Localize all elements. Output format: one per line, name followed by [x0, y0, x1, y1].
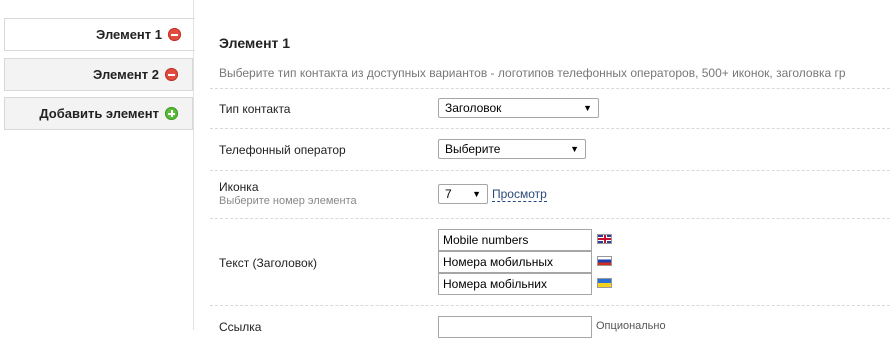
- ua-flag-icon: [597, 278, 612, 288]
- divider: [210, 170, 890, 171]
- contact-type-value: Заголовок: [445, 101, 502, 115]
- tab-element-1[interactable]: Элемент 1: [4, 18, 195, 51]
- tab-label: Добавить элемент: [39, 106, 159, 121]
- ru-flag-icon: [597, 256, 612, 266]
- text-en-input[interactable]: Mobile numbers: [438, 229, 592, 251]
- divider: [210, 88, 890, 89]
- contact-type-select[interactable]: Заголовок ▼: [438, 98, 599, 118]
- icon-number-select[interactable]: 7 ▼: [438, 184, 488, 204]
- icon-hint: Выберите номер элемента: [219, 195, 357, 207]
- divider: [210, 128, 890, 129]
- divider: [210, 218, 890, 219]
- operator-select[interactable]: Выберите ▼: [438, 139, 586, 159]
- tab-element-2[interactable]: Элемент 2: [4, 58, 193, 91]
- operator-label: Телефонный оператор: [219, 143, 346, 157]
- optional-note: Опционально: [596, 320, 666, 332]
- add-element-button[interactable]: Добавить элемент: [4, 97, 193, 130]
- tab-label: Элемент 1: [96, 27, 162, 42]
- text-ru-input[interactable]: Номера мобильных: [438, 251, 592, 273]
- chevron-down-icon: ▼: [570, 144, 579, 154]
- text-ua-input[interactable]: Номера мобільних: [438, 273, 592, 295]
- icon-label: Иконка: [219, 180, 259, 194]
- plus-circle-icon: [165, 107, 178, 120]
- minus-circle-icon[interactable]: [168, 28, 181, 41]
- description: Выберите тип контакта из доступных вариа…: [219, 66, 846, 80]
- link-label: Ссылка: [219, 320, 262, 334]
- icon-number-value: 7: [445, 187, 452, 201]
- minus-circle-icon[interactable]: [165, 68, 178, 81]
- chevron-down-icon: ▼: [472, 189, 481, 199]
- divider: [210, 305, 890, 306]
- gb-flag-icon: [597, 234, 612, 244]
- text-label: Текст (Заголовок): [219, 256, 317, 270]
- tab-label: Элемент 2: [93, 67, 159, 82]
- tabs-divider: [193, 0, 194, 330]
- page-title: Элемент 1: [219, 35, 291, 51]
- chevron-down-icon: ▼: [583, 103, 592, 113]
- operator-value: Выберите: [445, 142, 501, 156]
- link-input[interactable]: [438, 316, 592, 338]
- preview-link[interactable]: Просмотр: [492, 187, 547, 202]
- contact-type-label: Тип контакта: [219, 102, 291, 116]
